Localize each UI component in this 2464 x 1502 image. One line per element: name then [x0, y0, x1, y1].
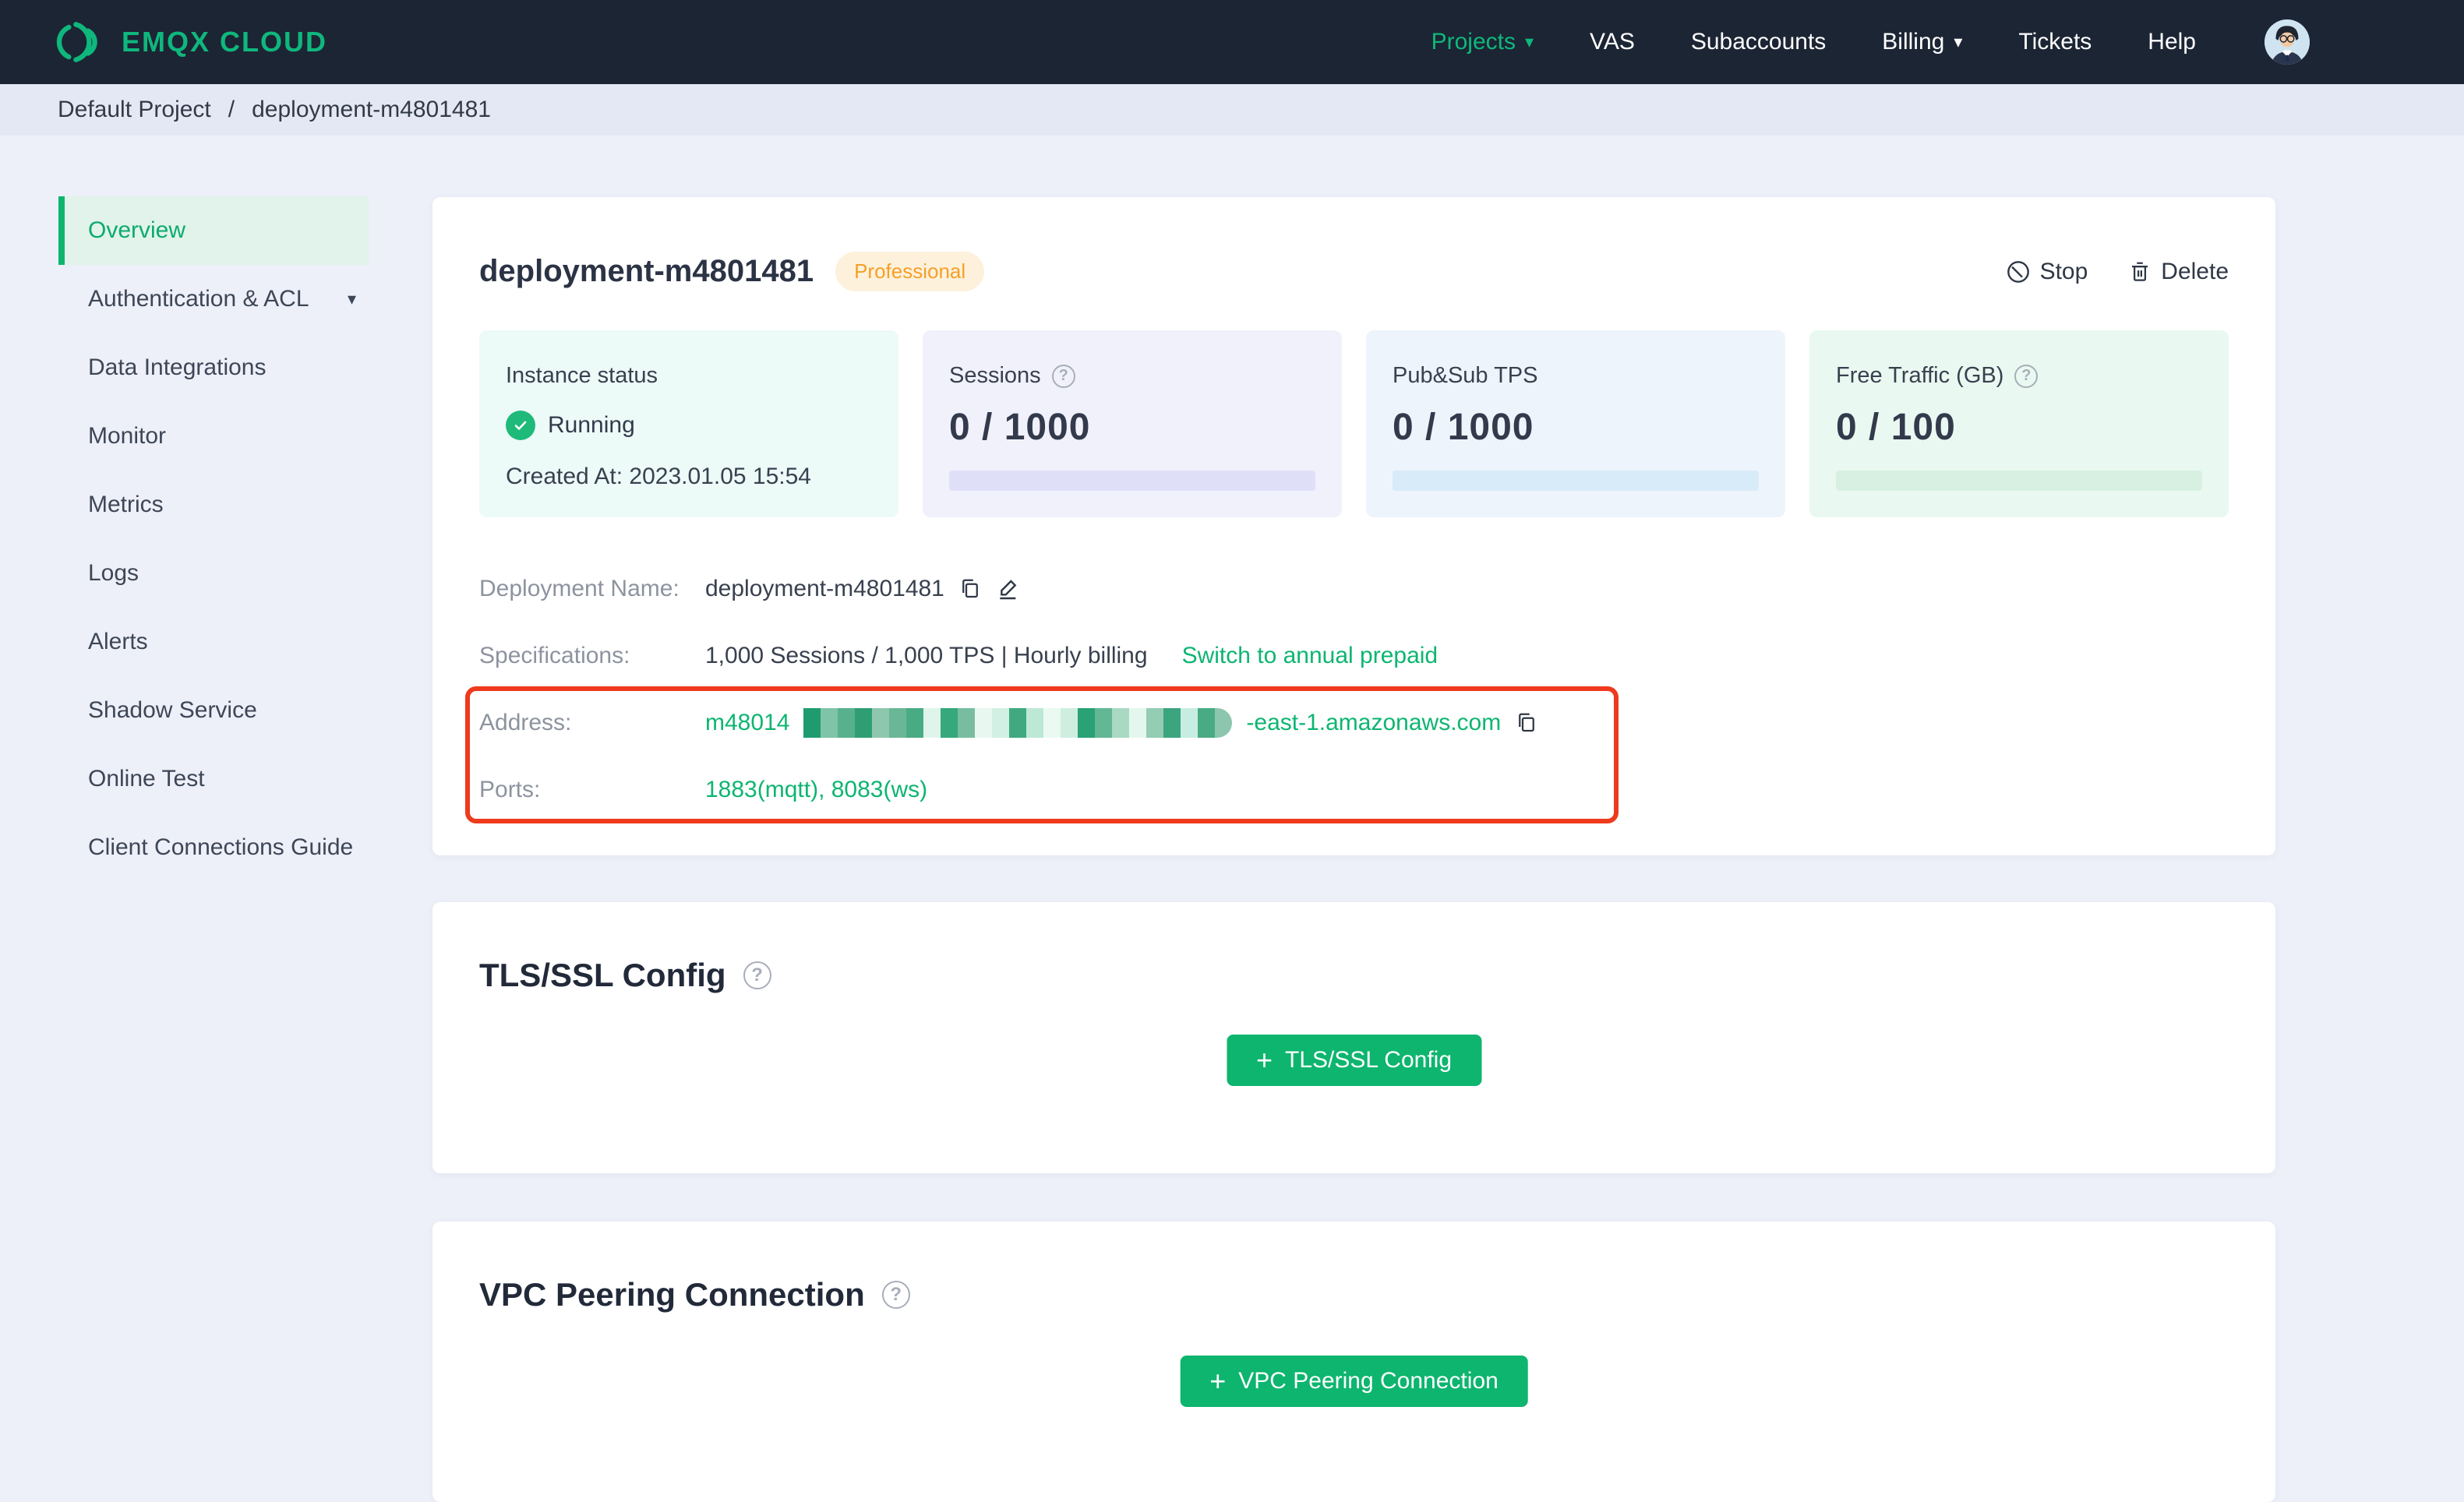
vpc-section-title: VPC Peering Connection: [479, 1276, 865, 1313]
stop-icon: [2007, 260, 2029, 283]
trash-icon: [2132, 262, 2148, 281]
stat-value: 0 / 100: [1836, 407, 1956, 448]
stat-instance-status: Instance status Running Created At: 2023…: [479, 330, 898, 517]
brand[interactable]: EMQX CLOUD: [56, 22, 327, 62]
brand-name: EMQX CLOUD: [122, 26, 328, 58]
stop-button[interactable]: Stop: [2006, 259, 2088, 285]
plan-badge: Professional: [835, 252, 985, 291]
sidebar-item-shadow-service[interactable]: Shadow Service: [58, 676, 369, 745]
ports-value: 1883(mqtt), 8083(ws): [705, 777, 928, 802]
sidebar-item-online-test[interactable]: Online Test: [58, 745, 369, 813]
breadcrumb-separator: /: [228, 97, 235, 122]
sidebar-item-monitor[interactable]: Monitor: [58, 402, 369, 471]
deployment-actions: Stop Delete: [2006, 259, 2229, 285]
help-icon[interactable]: ?: [1051, 364, 1075, 388]
breadcrumb-project[interactable]: Default Project: [58, 97, 211, 123]
stat-sessions: Sessions ? 0 / 1000: [923, 330, 1342, 517]
main-content: deployment-m4801481 Professional Stop De…: [432, 0, 2275, 1502]
stat-value: 0 / 1000: [1393, 407, 1534, 448]
status-text: Running: [548, 412, 635, 438]
sidebar: Overview Authentication & ACL ▾ Data Int…: [58, 196, 369, 882]
detail-specifications: Specifications: 1,000 Sessions / 1,000 T…: [479, 622, 2229, 689]
stat-label: Sessions: [949, 363, 1041, 388]
sidebar-item-metrics[interactable]: Metrics: [58, 471, 369, 539]
detail-label: Deployment Name:: [479, 576, 680, 601]
tps-progress-bar: [1393, 471, 1759, 491]
help-icon[interactable]: ?: [743, 961, 771, 989]
deployment-overview-card: deployment-m4801481 Professional Stop De…: [432, 197, 2275, 855]
specifications-value: 1,000 Sessions / 1,000 TPS | Hourly bill…: [705, 643, 1148, 668]
address-suffix: -east-1.amazonaws.com: [1246, 710, 1502, 735]
chevron-down-icon: ▾: [347, 289, 356, 309]
copy-icon[interactable]: [958, 577, 982, 601]
plus-icon: +: [1209, 1365, 1227, 1397]
edit-icon[interactable]: [996, 576, 1021, 601]
stats-row: Instance status Running Created At: 2023…: [479, 330, 2229, 517]
stat-label: Free Traffic (GB): [1836, 363, 2004, 388]
emqx-logo-icon: [56, 22, 97, 62]
delete-button[interactable]: Delete: [2128, 259, 2229, 285]
sidebar-item-client-connections-guide[interactable]: Client Connections Guide: [58, 813, 369, 882]
sidebar-item-data-integrations[interactable]: Data Integrations: [58, 333, 369, 402]
address-redaction: [803, 708, 1233, 738]
detail-label: Ports:: [479, 777, 541, 802]
tls-ssl-card: TLS/SSL Config ? + TLS/SSL Config: [432, 902, 2275, 1173]
traffic-progress-bar: [1836, 471, 2202, 491]
add-tls-ssl-config-button[interactable]: + TLS/SSL Config: [1226, 1035, 1482, 1086]
help-icon[interactable]: ?: [2014, 364, 2039, 388]
sidebar-item-logs[interactable]: Logs: [58, 539, 369, 608]
sidebar-item-overview[interactable]: Overview: [58, 196, 369, 265]
tls-section-title: TLS/SSL Config: [479, 957, 726, 993]
sidebar-item-alerts[interactable]: Alerts: [58, 608, 369, 676]
detail-ports: Ports: 1883(mqtt), 8083(ws): [479, 756, 2229, 823]
stat-pubsub-tps: Pub&Sub TPS 0 / 1000: [1366, 330, 1785, 517]
created-at: Created At: 2023.01.05 15:54: [506, 464, 811, 489]
vpc-peering-card: VPC Peering Connection ? + VPC Peering C…: [432, 1222, 2275, 1502]
page-title: deployment-m4801481: [479, 254, 814, 288]
detail-label: Address:: [479, 710, 572, 735]
sidebar-item-authentication-acl[interactable]: Authentication & ACL ▾: [58, 265, 369, 333]
switch-annual-prepaid-link[interactable]: Switch to annual prepaid: [1182, 643, 1439, 669]
detail-deployment-name: Deployment Name: deployment-m4801481: [479, 555, 2229, 622]
stat-free-traffic: Free Traffic (GB) ? 0 / 100: [1809, 330, 2229, 517]
address-prefix: m48014: [705, 710, 790, 735]
detail-label: Specifications:: [479, 643, 630, 668]
check-circle-icon: [506, 411, 535, 440]
stat-label: Instance status: [506, 363, 658, 388]
deployment-name-value: deployment-m4801481: [705, 576, 944, 601]
stat-value: 0 / 1000: [949, 407, 1091, 448]
plus-icon: +: [1255, 1044, 1273, 1076]
stat-label: Pub&Sub TPS: [1393, 363, 1538, 388]
detail-address: Address: m48014 -east-1.amazonaws.com: [479, 689, 2229, 756]
deployment-details: Deployment Name: deployment-m4801481 Spe…: [479, 555, 2229, 823]
add-vpc-peering-button[interactable]: + VPC Peering Connection: [1180, 1356, 1528, 1407]
help-icon[interactable]: ?: [881, 1281, 910, 1309]
sessions-progress-bar: [949, 471, 1315, 491]
copy-icon[interactable]: [1515, 711, 1538, 735]
